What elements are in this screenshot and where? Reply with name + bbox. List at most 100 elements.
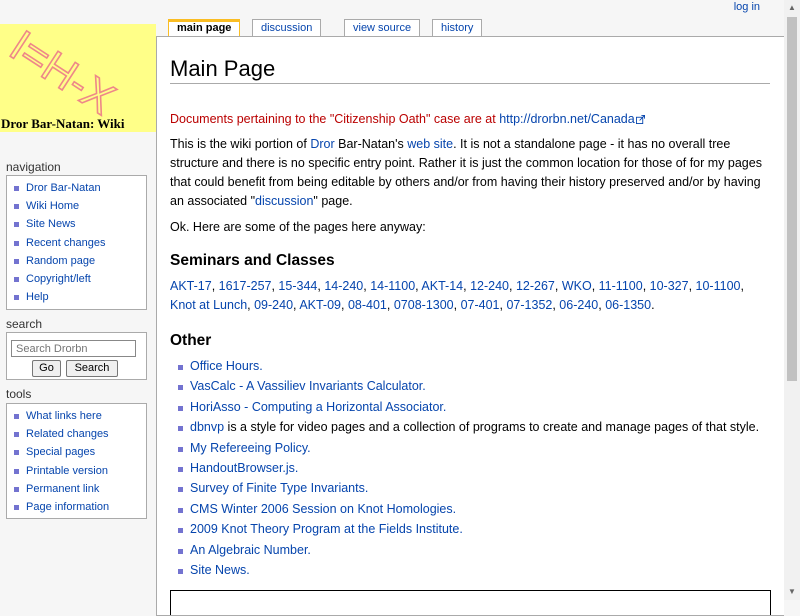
separator: , (642, 279, 650, 293)
seminar-link[interactable]: AKT-09 (299, 298, 341, 312)
canada-link-text[interactable]: http://drorbn.net/Canada (499, 112, 635, 126)
tools-item[interactable]: What links here (7, 407, 146, 425)
nav-link-recent-changes[interactable]: Recent changes (26, 237, 106, 249)
other-link[interactable]: VasCalc - A Vassiliev Invariants Calcula… (190, 379, 426, 393)
site-logo[interactable]: I=H-X Dror Bar-Natan: Wiki (0, 24, 156, 132)
web-site-link[interactable]: web site (407, 137, 453, 151)
other-link[interactable]: My Refereeing Policy. (190, 441, 311, 455)
separator: , (688, 279, 696, 293)
discussion-link[interactable]: discussion (255, 194, 313, 208)
tools-link-page-information[interactable]: Page information (26, 501, 109, 513)
nav-item[interactable]: Site News (7, 215, 146, 233)
seminar-link[interactable]: AKT-14 (421, 279, 463, 293)
seminar-link[interactable]: 10-1100 (696, 279, 741, 293)
other-link[interactable]: An Algebraic Number. (190, 543, 311, 557)
tab-history-label[interactable]: history (441, 22, 473, 34)
other-link[interactable]: CMS Winter 2006 Session on Knot Homologi… (190, 502, 456, 516)
seminar-link[interactable]: 07-401 (461, 298, 500, 312)
intro-paragraph: This is the wiki portion of Dror Bar-Nat… (170, 135, 770, 211)
other-list-item: 2009 Knot Theory Program at the Fields I… (176, 519, 770, 539)
nav-item[interactable]: Copyright/left (7, 270, 146, 288)
seminar-link[interactable]: 06-240 (559, 298, 598, 312)
scroll-down-arrow-icon[interactable]: ▼ (784, 584, 800, 600)
dror-link[interactable]: Dror (310, 137, 334, 151)
login-link[interactable]: log in (734, 1, 760, 13)
nav-item[interactable]: Random page (7, 252, 146, 270)
separator: , (453, 298, 461, 312)
seminar-link[interactable]: 14-240 (324, 279, 363, 293)
tools-link-permanent-link[interactable]: Permanent link (26, 483, 99, 495)
seminar-link[interactable]: 11-1100 (599, 279, 643, 293)
other-list-item: My Refereeing Policy. (176, 438, 770, 458)
scrollbar-thumb[interactable] (787, 17, 797, 381)
nav-link-copyright[interactable]: Copyright/left (26, 273, 91, 285)
seminar-link[interactable]: 07-1352 (506, 298, 552, 312)
separator: . (651, 298, 655, 312)
seminar-link[interactable]: 09-240 (254, 298, 293, 312)
tools-link-special-pages[interactable]: Special pages (26, 446, 95, 458)
ok-text: Ok. Here are some of the pages here anyw… (170, 220, 426, 234)
tools-item[interactable]: Page information (7, 498, 146, 516)
wiki-name: Dror Bar-Natan: Wiki (1, 116, 125, 131)
seminar-link[interactable]: 15-344 (278, 279, 317, 293)
nav-item[interactable]: Recent changes (7, 234, 146, 252)
tools-item[interactable]: Permanent link (7, 480, 146, 498)
tools-link-printable-version[interactable]: Printable version (26, 465, 108, 477)
tab-main-page-label[interactable]: main page (177, 22, 231, 34)
nav-link-wiki-home[interactable]: Wiki Home (26, 200, 79, 212)
tools-link-what-links-here[interactable]: What links here (26, 410, 102, 422)
other-link[interactable]: HoriAsso - Computing a Horizontal Associ… (190, 400, 446, 414)
search-button[interactable]: Search (66, 360, 118, 377)
other-link[interactable]: Site News. (190, 563, 250, 577)
seminar-link[interactable]: 06-1350 (605, 298, 651, 312)
nav-link-site-news[interactable]: Site News (26, 218, 76, 230)
tools-link-related-changes[interactable]: Related changes (26, 428, 109, 440)
seminar-link[interactable]: 12-240 (470, 279, 509, 293)
seminars-list: AKT-17, 1617-257, 15-344, 14-240, 14-110… (170, 277, 770, 315)
canada-external-link[interactable]: http://drorbn.net/Canada (499, 112, 645, 126)
seminar-link[interactable]: 12-267 (516, 279, 555, 293)
other-link[interactable]: dbnvp (190, 420, 224, 434)
citizenship-notice: Documents pertaining to the "Citizenship… (170, 110, 770, 129)
other-link[interactable]: Survey of Finite Type Invariants. (190, 481, 368, 495)
seminar-link[interactable]: WKO (562, 279, 592, 293)
seminar-link[interactable]: AKT-17 (170, 279, 212, 293)
other-link[interactable]: 2009 Knot Theory Program at the Fields I… (190, 522, 463, 536)
tab-view-source[interactable]: view source (344, 19, 421, 37)
seminars-heading: Seminars and Classes (170, 252, 335, 269)
nav-item[interactable]: Dror Bar-Natan (7, 179, 146, 197)
intro-text-2: Bar-Natan's (334, 137, 408, 151)
tab-discussion[interactable]: discussion (252, 19, 322, 37)
search-input[interactable] (11, 340, 136, 357)
seminar-link[interactable]: 14-1100 (370, 279, 415, 293)
seminar-link[interactable]: 1617-257 (219, 279, 272, 293)
other-link[interactable]: HandoutBrowser.js. (190, 461, 298, 475)
tools-item[interactable]: Special pages (7, 443, 146, 461)
tools-item[interactable]: Printable version (7, 462, 146, 480)
search-portlet: Go Search (6, 332, 147, 380)
other-link[interactable]: Office Hours. (190, 359, 263, 373)
seminar-link[interactable]: 08-401 (348, 298, 387, 312)
intro-text-1: This is the wiki portion of (170, 137, 311, 151)
separator: , (509, 279, 516, 293)
nav-link-dror-bar-natan[interactable]: Dror Bar-Natan (26, 182, 101, 194)
tab-history[interactable]: history (432, 19, 483, 37)
seminar-link[interactable]: Knot at Lunch (170, 298, 247, 312)
vertical-scrollbar[interactable]: ▲ ▼ (784, 0, 800, 600)
bottom-frame (170, 590, 771, 615)
tools-item[interactable]: Related changes (7, 425, 146, 443)
seminar-link[interactable]: 10-327 (650, 279, 689, 293)
go-button[interactable]: Go (32, 360, 61, 377)
scroll-up-arrow-icon[interactable]: ▲ (784, 0, 800, 16)
nav-item[interactable]: Wiki Home (7, 197, 146, 215)
other-list: Office Hours. VasCalc - A Vassiliev Invar… (170, 356, 770, 580)
page-title: Main Page (170, 56, 770, 84)
nav-link-help[interactable]: Help (26, 291, 49, 303)
other-item-text: is a style for video pages and a collect… (224, 420, 760, 435)
tab-discussion-label[interactable]: discussion (261, 22, 312, 34)
seminar-link[interactable]: 0708-1300 (394, 298, 454, 312)
nav-link-random-page[interactable]: Random page (26, 255, 95, 267)
nav-item[interactable]: Help (7, 288, 146, 306)
tab-view-source-label[interactable]: view source (353, 22, 411, 34)
logo-text: I=H-X (1, 24, 123, 124)
